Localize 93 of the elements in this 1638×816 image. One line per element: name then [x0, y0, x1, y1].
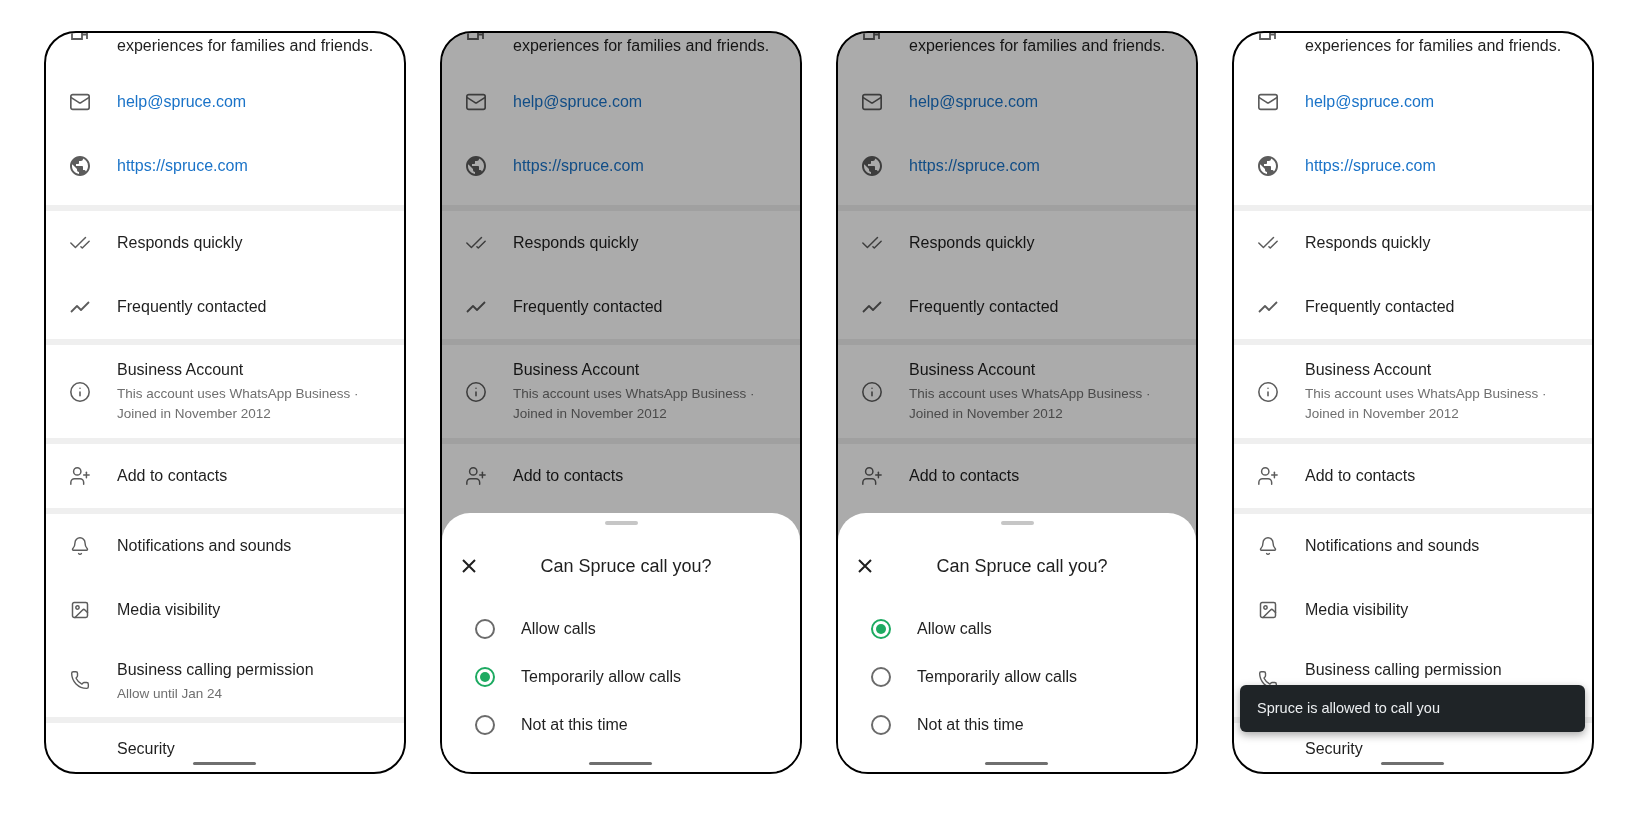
home-indicator: [1381, 762, 1444, 765]
email-link[interactable]: help@spruce.com: [909, 92, 1039, 112]
mail-icon: [69, 91, 91, 113]
mail-icon: [861, 91, 883, 113]
add-person-icon: [465, 465, 487, 487]
description-text: experiences for families and friends.: [909, 36, 1166, 56]
radio-button[interactable]: [871, 619, 891, 639]
list-item-label: Responds quickly: [909, 233, 1035, 253]
list-item-subtitle: This account uses WhatsApp Business · Joined in November 2012: [513, 385, 755, 423]
sheet-title: Can Spruce call you?: [540, 555, 712, 578]
info-icon: [861, 380, 883, 403]
close-icon: [462, 559, 476, 573]
option-label[interactable]: Not at this time: [521, 715, 628, 735]
globe-icon: [1258, 156, 1278, 176]
website-link[interactable]: https://spruce.com: [117, 156, 248, 176]
option-label[interactable]: Allow calls: [521, 619, 596, 639]
list-item-label: Frequently contacted: [513, 297, 663, 317]
list-item-label: Notifications and sounds: [117, 536, 292, 556]
list-item-label: Security: [117, 739, 175, 759]
list-item-label: Business Account: [1305, 360, 1432, 380]
store-icon: [70, 33, 90, 40]
list-item-label: Business Account: [513, 360, 640, 380]
description-text: experiences for families and friends.: [513, 36, 770, 56]
website-link[interactable]: https://spruce.com: [909, 156, 1040, 176]
list-item-label: Media visibility: [1305, 600, 1409, 620]
list-item-label: Responds quickly: [513, 233, 639, 253]
image-icon: [1258, 600, 1278, 620]
email-link[interactable]: help@spruce.com: [117, 92, 247, 112]
website-link[interactable]: https://spruce.com: [1305, 156, 1436, 176]
list-item-label: Add to contacts: [513, 466, 624, 486]
list-item-label: Business Account: [909, 360, 1036, 380]
drag-handle: [1000, 521, 1034, 525]
list-item-subtitle: This account uses WhatsApp Business · Joined in November 2012: [117, 385, 359, 423]
toast-message: Spruce is allowed to call you: [1240, 685, 1585, 732]
description-text: experiences for families and friends.: [117, 36, 374, 56]
close-icon: [858, 559, 872, 573]
trend-line-icon: [862, 301, 882, 313]
info-icon: [1257, 380, 1279, 403]
list-item-label: Frequently contacted: [1305, 297, 1455, 317]
list-item-label: Frequently contacted: [117, 297, 267, 317]
home-indicator: [985, 762, 1048, 765]
email-link[interactable]: help@spruce.com: [513, 92, 643, 112]
store-icon: [1258, 33, 1278, 40]
info-icon: [465, 380, 487, 403]
list-item-label: Media visibility: [117, 600, 221, 620]
description-text: experiences for families and friends.: [1305, 36, 1562, 56]
list-item-label: Business calling permission: [117, 660, 314, 680]
home-indicator: [589, 762, 652, 765]
list-item-label: Business Account: [117, 360, 244, 380]
list-item-subtitle: This account uses WhatsApp Business · Joined in November 2012: [909, 385, 1151, 423]
trend-line-icon: [466, 301, 486, 313]
list-item-label: Frequently contacted: [909, 297, 1059, 317]
list-item-label: Responds quickly: [1305, 233, 1431, 253]
add-person-icon: [861, 465, 883, 487]
list-item-label: Responds quickly: [117, 233, 243, 253]
radio-button[interactable]: [871, 715, 891, 735]
add-person-icon: [69, 465, 91, 487]
bell-icon: [1258, 536, 1278, 556]
mail-icon: [465, 91, 487, 113]
list-item-label: Add to contacts: [909, 466, 1020, 486]
image-icon: [70, 600, 90, 620]
option-label[interactable]: Not at this time: [917, 715, 1024, 735]
info-icon: [69, 380, 91, 403]
list-item-label: Security: [1305, 739, 1363, 759]
globe-icon: [70, 156, 90, 176]
mail-icon: [1257, 91, 1279, 113]
list-item-label: Notifications and sounds: [1305, 536, 1480, 556]
option-label[interactable]: Temporarily allow calls: [917, 667, 1078, 687]
globe-icon: [466, 156, 486, 176]
add-person-icon: [1257, 465, 1279, 487]
trend-line-icon: [70, 301, 90, 313]
email-link[interactable]: help@spruce.com: [1305, 92, 1435, 112]
website-link[interactable]: https://spruce.com: [513, 156, 644, 176]
store-icon: [862, 33, 882, 40]
store-icon: [466, 33, 486, 40]
list-item-subtitle: Allow until Jan 24: [117, 685, 223, 703]
list-item-subtitle: This account uses WhatsApp Business · Joined in November 2012: [1305, 385, 1547, 423]
bell-icon: [70, 536, 90, 556]
home-indicator: [193, 762, 256, 765]
option-label[interactable]: Allow calls: [917, 619, 992, 639]
sheet-title: Can Spruce call you?: [936, 555, 1108, 578]
trend-line-icon: [1258, 301, 1278, 313]
list-item-label: Business calling permission: [1305, 660, 1502, 680]
globe-icon: [862, 156, 882, 176]
radio-button[interactable]: [475, 667, 495, 687]
radio-button[interactable]: [475, 619, 495, 639]
option-label[interactable]: Temporarily allow calls: [521, 667, 682, 687]
list-item-label: Add to contacts: [1305, 466, 1416, 486]
radio-button[interactable]: [871, 667, 891, 687]
phone-icon: [70, 669, 90, 690]
list-item-label: Add to contacts: [117, 466, 228, 486]
radio-button[interactable]: [475, 715, 495, 735]
drag-handle: [604, 521, 638, 525]
